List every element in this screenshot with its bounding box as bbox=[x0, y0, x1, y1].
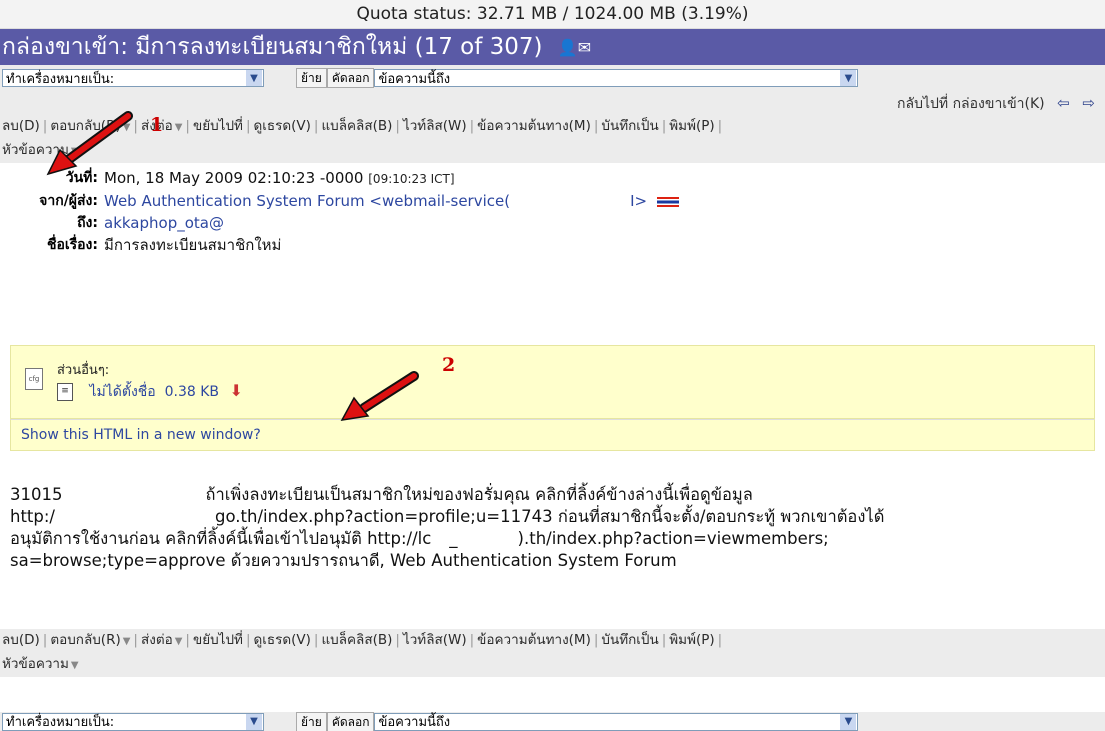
view-thread-button[interactable]: ดูเธรด(V) bbox=[254, 632, 311, 648]
date-row: วันที่: Mon, 18 May 2009 02:10:23 -0000 … bbox=[0, 167, 1105, 190]
attachment-name-link[interactable]: ไม่ได้ตั้งชื่อ 0.38 KB bbox=[89, 384, 219, 400]
chevron-down-icon[interactable]: ▼ bbox=[175, 122, 183, 133]
from-link[interactable]: Web Authentication System Forum <webmail… bbox=[104, 190, 680, 212]
blacklist-button[interactable]: แบล็คลิส(B) bbox=[321, 118, 392, 134]
message-headers: วันที่: Mon, 18 May 2009 02:10:23 -0000 … bbox=[0, 163, 1105, 260]
attachment-item: ≡ ไม่ได้ตั้งชื่อ 0.38 KB ⬇ bbox=[57, 381, 243, 403]
move-to-button[interactable]: ขยับไปที่ bbox=[193, 632, 243, 648]
chevron-down-icon[interactable]: ▼ bbox=[175, 636, 183, 647]
from-label: จาก/ผู้ส่ง: bbox=[39, 193, 98, 209]
mark-as-select[interactable]: ทำเครื่องหมายเป็น: ▼ bbox=[2, 69, 264, 87]
move-target-value: ข้อความนี้ถึง bbox=[378, 715, 451, 730]
text-file-icon: ≡ bbox=[57, 383, 73, 401]
page-title: กล่องขาเข้า: มีการลงทะเบียนสมาชิกใหม่ (1… bbox=[2, 34, 543, 60]
to-link[interactable]: akkaphop_ota@ bbox=[104, 212, 224, 234]
view-thread-button[interactable]: ดูเธรด(V) bbox=[254, 118, 311, 134]
forward-button[interactable]: ส่งต่อ ▼ bbox=[141, 632, 182, 648]
mark-as-select-value: ทำเครื่องหมายเป็น: bbox=[6, 71, 115, 87]
back-to-row: กลับไปที่ กล่องขาเข้า(K) ⇦ ⇨ bbox=[0, 91, 1105, 115]
chevron-down-icon[interactable]: ▼ bbox=[123, 636, 131, 647]
bottom-controls: ลบ(D) | ตอบกลับ(R) ▼ | ส่งต่อ ▼ | ขยับไปที่ | ดูเธ… bbox=[0, 629, 1105, 677]
attachments-panel: cfg ส่วนอื่นๆ: ≡ ไม่ได้ตั้งชื่อ 0.38 KB … bbox=[10, 345, 1095, 419]
message-body: 31015 ถ้าเพิ่งลงทะเบียนเป็นสมาชิกใหม่ของฟ… bbox=[10, 484, 1095, 572]
move-to-button[interactable]: ขยับไปที่ bbox=[193, 118, 243, 134]
body-line: อนุมัติการใช้งานก่อน คลิกที่ลิ้งค์นี้เพื… bbox=[10, 529, 829, 548]
to-label: ถึง: bbox=[77, 215, 98, 231]
mark-move-row-bottom: ทำเครื่องหมายเป็น: ▼ ย้าย คัดลอก ข้อความ… bbox=[0, 712, 1105, 731]
contact-mail-icon[interactable]: 👤✉ bbox=[558, 38, 591, 57]
from-row: จาก/ผู้ส่ง: Web Authentication System Fo… bbox=[0, 190, 1105, 212]
document-icon: cfg bbox=[25, 368, 43, 390]
headers-button[interactable]: หัวข้อความ▼ bbox=[2, 656, 79, 672]
body-line: 31015 ถ้าเพิ่งลงทะเบียนเป็นสมาชิกใหม่ของฟ… bbox=[10, 485, 753, 504]
mark-move-row: ทำเครื่องหมายเป็น: ▼ ย้าย คัดลอก ข้อความ… bbox=[0, 65, 1105, 91]
reply-button[interactable]: ตอบกลับ(R) ▼ bbox=[50, 632, 130, 648]
annotation-number-2: 2 bbox=[442, 354, 456, 376]
move-target-select[interactable]: ข้อความนี้ถึง ▼ bbox=[374, 69, 859, 87]
view-source-button[interactable]: ข้อความต้นทาง(M) bbox=[477, 118, 591, 134]
view-source-button[interactable]: ข้อความต้นทาง(M) bbox=[477, 632, 591, 648]
mark-as-select-value: ทำเครื่องหมายเป็น: bbox=[6, 715, 115, 730]
copy-button[interactable]: คัดลอก bbox=[326, 68, 375, 88]
mark-as-select[interactable]: ทำเครื่องหมายเป็น: ▼ bbox=[2, 712, 264, 731]
chevron-down-icon: ▼ bbox=[840, 70, 857, 86]
save-as-button[interactable]: บันทึกเป็น bbox=[601, 118, 658, 134]
date-value: Mon, 18 May 2009 02:10:23 -0000 [09:10:2… bbox=[104, 169, 455, 187]
move-target-value: ข้อความนี้ถึง bbox=[378, 71, 451, 87]
show-html-link[interactable]: Show this HTML in a new window? bbox=[10, 419, 1095, 451]
chevron-down-icon: ▼ bbox=[840, 713, 857, 730]
other-parts-label: ส่วนอื่นๆ: bbox=[57, 363, 110, 378]
print-button[interactable]: พิมพ์(P) bbox=[669, 632, 714, 648]
prev-next-icons[interactable]: ⇦ ⇨ bbox=[1057, 94, 1099, 112]
thai-flag-icon bbox=[657, 196, 680, 207]
subject-label: ชื่อเรื่อง: bbox=[46, 237, 98, 253]
chevron-down-icon: ▼ bbox=[246, 713, 262, 730]
move-button[interactable]: ย้าย bbox=[296, 68, 327, 88]
to-row: ถึง: akkaphop_ota@ bbox=[0, 212, 1105, 234]
annotation-number-1: 1 bbox=[150, 114, 164, 136]
save-as-button[interactable]: บันทึกเป็น bbox=[601, 632, 658, 648]
move-button[interactable]: ย้าย bbox=[296, 712, 327, 731]
subject-row: ชื่อเรื่อง: มีการลงทะเบียนสมาชิกใหม่ bbox=[0, 234, 1105, 256]
annotation-arrow-2 bbox=[340, 371, 419, 421]
whitelist-button[interactable]: ไวท์ลิส(W) bbox=[403, 632, 467, 648]
blacklist-button[interactable]: แบล็คลิส(B) bbox=[321, 632, 392, 648]
move-target-select[interactable]: ข้อความนี้ถึง ▼ bbox=[374, 712, 859, 731]
chevron-down-icon: ▼ bbox=[246, 70, 262, 86]
copy-button[interactable]: คัดลอก bbox=[326, 712, 375, 731]
quota-status: Quota status: 32.71 MB / 1024.00 MB (3.1… bbox=[0, 0, 1105, 29]
subject-value: มีการลงทะเบียนสมาชิกใหม่ bbox=[104, 236, 282, 254]
message-toolbar-bottom: ลบ(D) | ตอบกลับ(R) ▼ | ส่งต่อ ▼ | ขยับไปที่ | ดูเธ… bbox=[2, 632, 723, 672]
back-to-prefix: กลับไปที่ bbox=[897, 96, 953, 112]
back-to-inbox-link[interactable]: กล่องขาเข้า(K) bbox=[953, 96, 1045, 112]
chevron-down-icon[interactable]: ▼ bbox=[71, 660, 79, 671]
annotation-arrow-1 bbox=[46, 111, 133, 176]
print-button[interactable]: พิมพ์(P) bbox=[669, 118, 714, 134]
message-toolbar: ลบ(D) | ตอบกลับ(R) ▼ | ส่งต่อ ▼ | ขยับไปที่ | ดูเธ… bbox=[2, 118, 723, 158]
delete-button[interactable]: ลบ(D) bbox=[2, 632, 40, 648]
message-title-bar: กล่องขาเข้า: มีการลงทะเบียนสมาชิกใหม่ (1… bbox=[0, 29, 1105, 65]
body-line: http:/go.th/index.php?action=profile;u=1… bbox=[10, 507, 885, 526]
delete-button[interactable]: ลบ(D) bbox=[2, 118, 40, 134]
download-icon[interactable]: ⬇ bbox=[229, 381, 242, 400]
top-controls: ทำเครื่องหมายเป็น: ▼ ย้าย คัดลอก ข้อความ… bbox=[0, 65, 1105, 163]
whitelist-button[interactable]: ไวท์ลิส(W) bbox=[403, 118, 467, 134]
body-line: sa=browse;type=approve ด้วยความปรารถนาดี… bbox=[10, 551, 677, 570]
